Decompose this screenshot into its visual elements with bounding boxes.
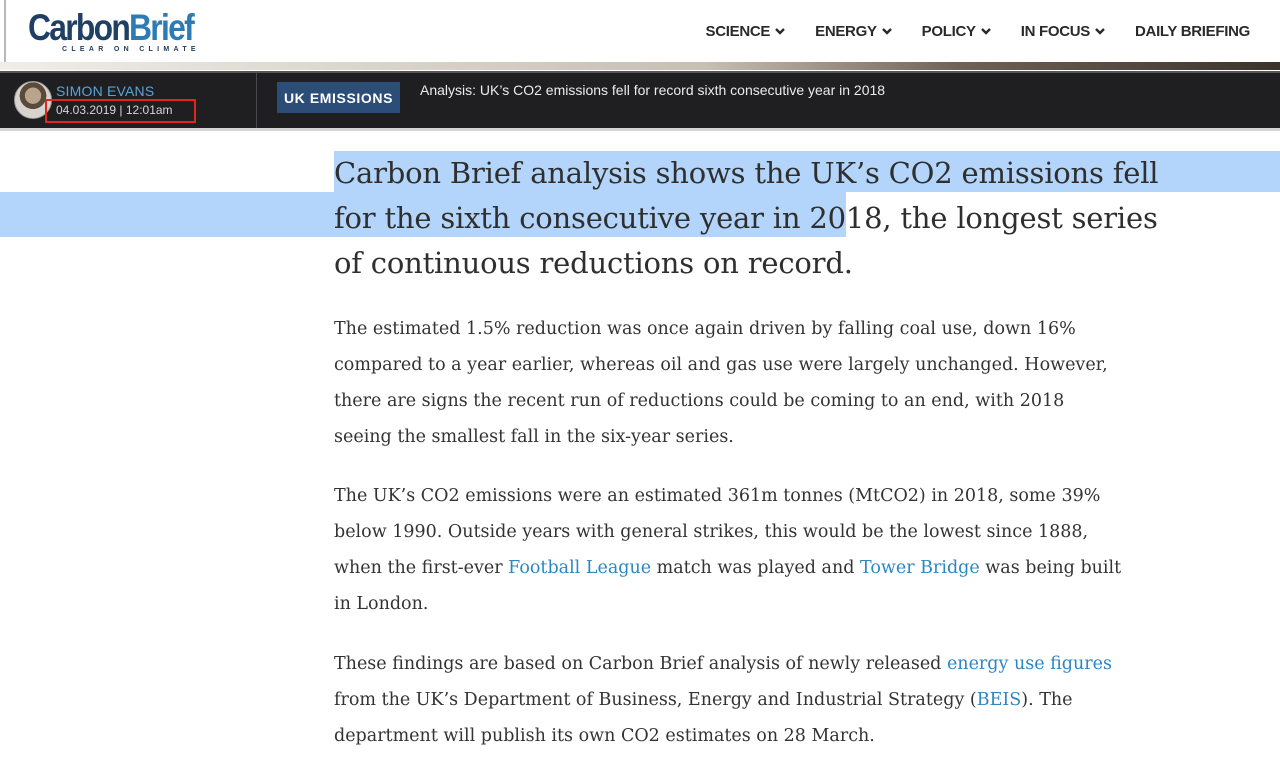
lead-line: of continuous reductions on record. <box>334 246 853 280</box>
article-paragraph-2: The UK’s CO2 emissions were an estimated… <box>334 478 1122 622</box>
hero-image-strip <box>0 62 1280 70</box>
paragraph-line: These findings are based on Carbon Brief… <box>334 654 1112 674</box>
paragraph-line: when the first-ever Football League matc… <box>334 558 1122 578</box>
category-tag[interactable]: UK EMISSIONS <box>277 82 400 113</box>
divider <box>0 128 1280 131</box>
article-paragraph-1: The estimated 1.5% reduction was once ag… <box>334 311 1114 455</box>
article-paragraph-3: These findings are based on Carbon Brief… <box>334 646 1114 754</box>
chevron-down-icon <box>1095 28 1105 35</box>
paragraph-line: department will publish its own CO2 esti… <box>334 726 875 746</box>
author-box: SIMON EVANS 04.03.2019 | 12:01am <box>0 73 257 129</box>
chevron-down-icon <box>980 28 991 35</box>
paragraph-line: The estimated 1.5% reduction was once ag… <box>334 319 1076 339</box>
article-headline: Analysis: UK’s CO2 emissions fell for re… <box>420 82 886 98</box>
energy-use-figures-link[interactable]: energy use figures <box>947 654 1112 674</box>
paragraph-line: from the UK’s Department of Business, En… <box>334 690 1073 710</box>
paragraph-line: there are signs the recent run of reduct… <box>334 391 1065 411</box>
main-navigation: SCIENCE ENERGY POLICY IN FOCUS DAILY BRI… <box>677 20 1251 42</box>
nav-daily-briefing[interactable]: DAILY BRIEFING <box>1135 23 1250 40</box>
nav-science[interactable]: SCIENCE <box>706 23 787 40</box>
article-info-bar: SIMON EVANS 04.03.2019 | 12:01am UK EMIS… <box>0 71 1280 129</box>
article-lead: Carbon Brief analysis shows the UK’s CO2… <box>334 151 1159 286</box>
nav-energy[interactable]: ENERGY <box>815 23 893 40</box>
beis-link[interactable]: BEIS <box>977 690 1022 710</box>
site-header: CarbonBrief CLEAR ON CLIMATE SCIENCE ENE… <box>0 0 1280 64</box>
nav-in-focus[interactable]: IN FOCUS <box>1021 23 1106 40</box>
publish-date: 04.03.2019 | 12:01am <box>56 103 173 117</box>
lead-line: Carbon Brief analysis shows the UK’s CO2… <box>334 156 1159 190</box>
tower-bridge-link[interactable]: Tower Bridge <box>860 558 980 578</box>
lead-line: for the sixth consecutive year in 2018, … <box>334 201 1158 235</box>
paragraph-line: below 1990. Outside years with general s… <box>334 522 1089 542</box>
paragraph-line: The UK’s CO2 emissions were an estimated… <box>334 486 1101 506</box>
logo-tagline: CLEAR ON CLIMATE <box>62 46 200 53</box>
site-logo[interactable]: CarbonBrief CLEAR ON CLIMATE <box>28 8 198 58</box>
chevron-down-icon <box>881 28 892 35</box>
header-divider <box>4 0 6 64</box>
paragraph-line: compared to a year earlier, whereas oil … <box>334 355 1108 375</box>
football-league-link[interactable]: Football League <box>508 558 651 578</box>
nav-policy[interactable]: POLICY <box>922 23 992 40</box>
chevron-down-icon <box>775 28 785 35</box>
paragraph-line: seeing the smallest fall in the six-year… <box>334 427 734 447</box>
logo-wordmark: CarbonBrief <box>28 7 195 48</box>
paragraph-line: in London. <box>334 594 429 614</box>
author-name-link[interactable]: SIMON EVANS <box>56 83 154 99</box>
